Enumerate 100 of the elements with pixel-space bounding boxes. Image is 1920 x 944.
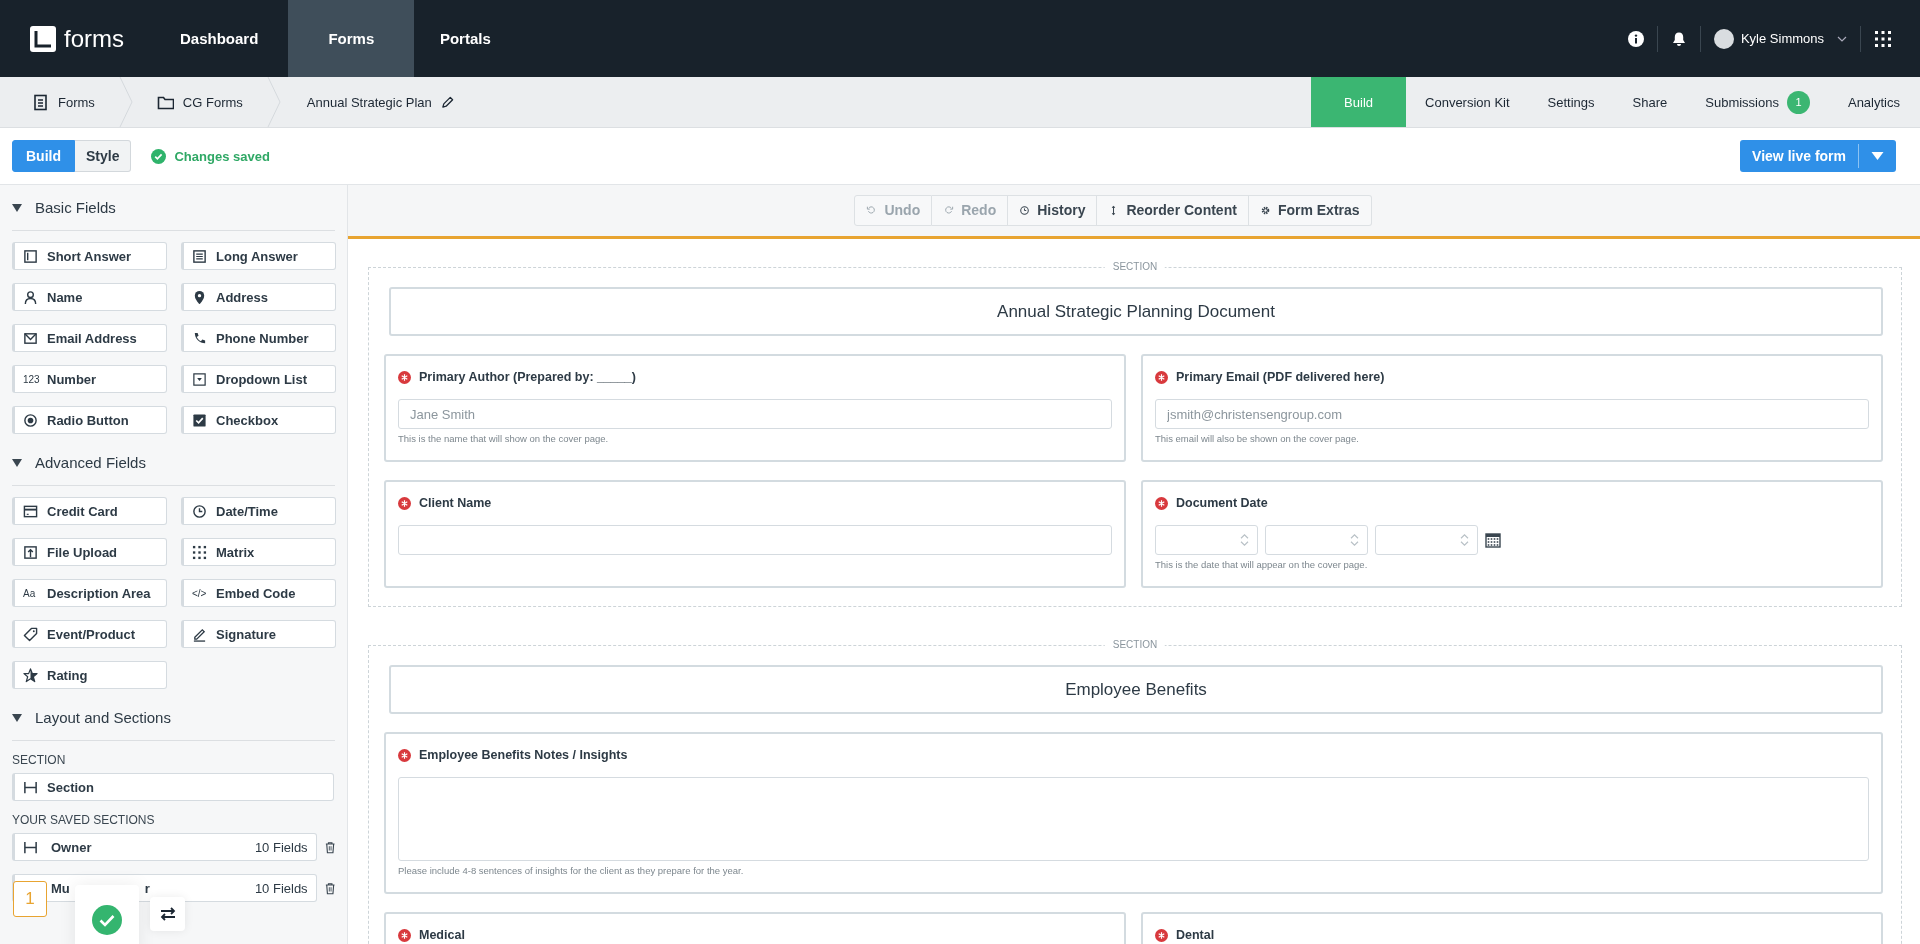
- redo-icon: [943, 204, 955, 216]
- form-tab[interactable]: Analytics: [1828, 77, 1920, 127]
- field-type-button[interactable]: 123 Number: [12, 365, 167, 393]
- help-text: This email will also be shown on the cover page.: [1155, 433, 1360, 444]
- check-circle-icon: [92, 905, 122, 935]
- trash-icon[interactable]: [324, 881, 335, 895]
- breadcrumb-link[interactable]: CG Forms: [182, 94, 243, 110]
- undo-icon: [866, 204, 878, 216]
- user-name[interactable]: Kyle Simmons: [1740, 31, 1824, 46]
- field-type-button[interactable]: File Upload: [12, 538, 167, 566]
- field-type-button[interactable]: Rating: [12, 661, 167, 689]
- form-tab[interactable]: Conversion Kit: [1406, 77, 1529, 127]
- field-label: Client Name: [419, 496, 492, 510]
- text-field[interactable]: [398, 525, 1112, 555]
- radio-icon: [23, 412, 38, 428]
- field-type-button[interactable]: Name: [12, 283, 167, 311]
- text-box-icon: [23, 248, 38, 264]
- field-card[interactable]: Primary Email (PDF delivered here) jsmith@christensengroup.com This email will also be shown on the cover page.: [1141, 354, 1883, 462]
- nav-tab[interactable]: Forms: [288, 0, 415, 77]
- section-heading: SECTION: [12, 753, 67, 767]
- field-card[interactable]: Medical: [384, 912, 1126, 944]
- field-type-button[interactable]: Email Address: [12, 324, 167, 352]
- help-text: This is the date that will appear on the cover page.: [1155, 559, 1369, 570]
- check-circle-icon: [151, 148, 167, 164]
- field-type-button[interactable]: Signature: [181, 620, 336, 648]
- section-title[interactable]: Employee Benefits: [389, 665, 1883, 714]
- field-card[interactable]: Dental: [1141, 912, 1883, 944]
- pencil-icon[interactable]: [440, 95, 454, 109]
- form-tab[interactable]: Share: [1613, 77, 1687, 127]
- field-type-button[interactable]: Long Answer: [181, 242, 336, 270]
- caret-icon[interactable]: [1871, 152, 1884, 160]
- trash-icon[interactable]: [324, 840, 335, 854]
- field-card[interactable]: Employee Benefits Notes / Insights Please include 4-8 sentences of insights for the client as they prepare for the year.: [384, 732, 1883, 894]
- field-type-button[interactable]: Matrix: [181, 538, 336, 566]
- field-type-button[interactable]: Aa Description Area: [12, 579, 167, 607]
- count-badge: 1: [1786, 90, 1810, 114]
- section-label: SECTION: [1104, 639, 1166, 650]
- group-header[interactable]: Layout and Sections: [12, 695, 335, 741]
- field-type-button[interactable]: Checkbox: [181, 406, 336, 434]
- form-tab[interactable]: Submissions 1: [1686, 77, 1829, 127]
- field-type-button[interactable]: Credit Card: [12, 497, 167, 525]
- avatar-icon[interactable]: [1713, 28, 1734, 49]
- nav-tab[interactable]: Portals: [414, 0, 517, 77]
- dropdown-box-icon: [192, 371, 207, 387]
- upload-icon: [23, 544, 38, 560]
- calendar-icon[interactable]: [1485, 532, 1501, 548]
- field-type-button[interactable]: </> Embed Code: [181, 579, 336, 607]
- info-icon[interactable]: [1627, 30, 1644, 47]
- breadcrumb-link[interactable]: Annual Strategic Plan: [306, 94, 432, 110]
- field-type-button[interactable]: Phone Number: [181, 324, 336, 352]
- phone-icon: [192, 330, 207, 346]
- section-label: SECTION: [1104, 261, 1166, 272]
- toolbar-button[interactable]: Form Extras: [1248, 194, 1372, 226]
- bell-icon[interactable]: [1670, 30, 1687, 47]
- field-label: Employee Benefits Notes / Insights: [419, 748, 628, 762]
- field-label: Dental: [1176, 928, 1215, 942]
- group-header[interactable]: Basic Fields: [12, 185, 335, 231]
- text-field[interactable]: Jane Smith: [398, 399, 1112, 429]
- field-type-button[interactable]: Address: [181, 283, 336, 311]
- up-down-icon: [1460, 533, 1469, 547]
- saved-sections-heading: YOUR SAVED SECTIONS: [12, 813, 156, 827]
- breadcrumb-link[interactable]: Forms: [58, 94, 95, 110]
- up-down-icon: [1350, 533, 1359, 547]
- pen-icon: [192, 626, 207, 642]
- field-type-button[interactable]: Short Answer: [12, 242, 167, 270]
- person-icon: [23, 289, 38, 305]
- triangle-icon: [12, 713, 22, 722]
- section-button[interactable]: Section: [12, 773, 334, 801]
- nav-tab[interactable]: Dashboard: [180, 0, 289, 77]
- form-tab[interactable]: Settings: [1528, 77, 1614, 127]
- clock-icon: [1019, 204, 1031, 216]
- group-header[interactable]: Advanced Fields: [12, 440, 335, 486]
- field-type-button[interactable]: Event/Product: [12, 620, 167, 648]
- field-label: Primary Email (PDF delivered here): [1176, 370, 1385, 384]
- swap-button[interactable]: [150, 897, 185, 931]
- section-title[interactable]: Annual Strategic Planning Document: [389, 287, 1883, 336]
- section-bracket-icon: [23, 779, 38, 795]
- toolbar-button[interactable]: Reorder Content: [1097, 194, 1249, 226]
- field-label: Document Date: [1176, 496, 1268, 510]
- tag-icon: [23, 626, 38, 642]
- field-label: Primary Author (Prepared by: _____): [419, 370, 636, 384]
- text-field[interactable]: jsmith@christensengroup.com: [1155, 399, 1869, 429]
- toolbar-button[interactable]: History: [1008, 194, 1098, 226]
- field-type-button[interactable]: Date/Time: [181, 497, 336, 525]
- apps-grid-icon[interactable]: [1874, 29, 1892, 48]
- help-text: This is the name that will show on the cover page.: [398, 433, 610, 444]
- field-card[interactable]: Client Name: [384, 480, 1126, 588]
- chevron-down-icon[interactable]: [1837, 35, 1847, 42]
- lines-box-icon: [192, 248, 207, 264]
- map-pin-icon: [192, 289, 207, 305]
- mode-toggle-button[interactable]: Style: [75, 140, 132, 172]
- saved-section-button[interactable]: Owner 10 Fields: [12, 833, 317, 861]
- field-type-button[interactable]: Radio Button: [12, 406, 167, 434]
- up-down-icon: [1240, 533, 1249, 547]
- field-card[interactable]: Document Date This is the date that will appear on the cover page.: [1141, 480, 1883, 588]
- help-text: Please include 4-8 sentences of insights for the client as they prepare for the year.: [398, 865, 745, 876]
- logo-icon: [30, 25, 56, 52]
- field-type-button[interactable]: Dropdown List: [181, 365, 336, 393]
- save-status: Changes saved: [174, 148, 270, 164]
- field-card[interactable]: Primary Author (Prepared by: _____) Jane Smith This is the name that will show on the cover page.: [384, 354, 1126, 462]
